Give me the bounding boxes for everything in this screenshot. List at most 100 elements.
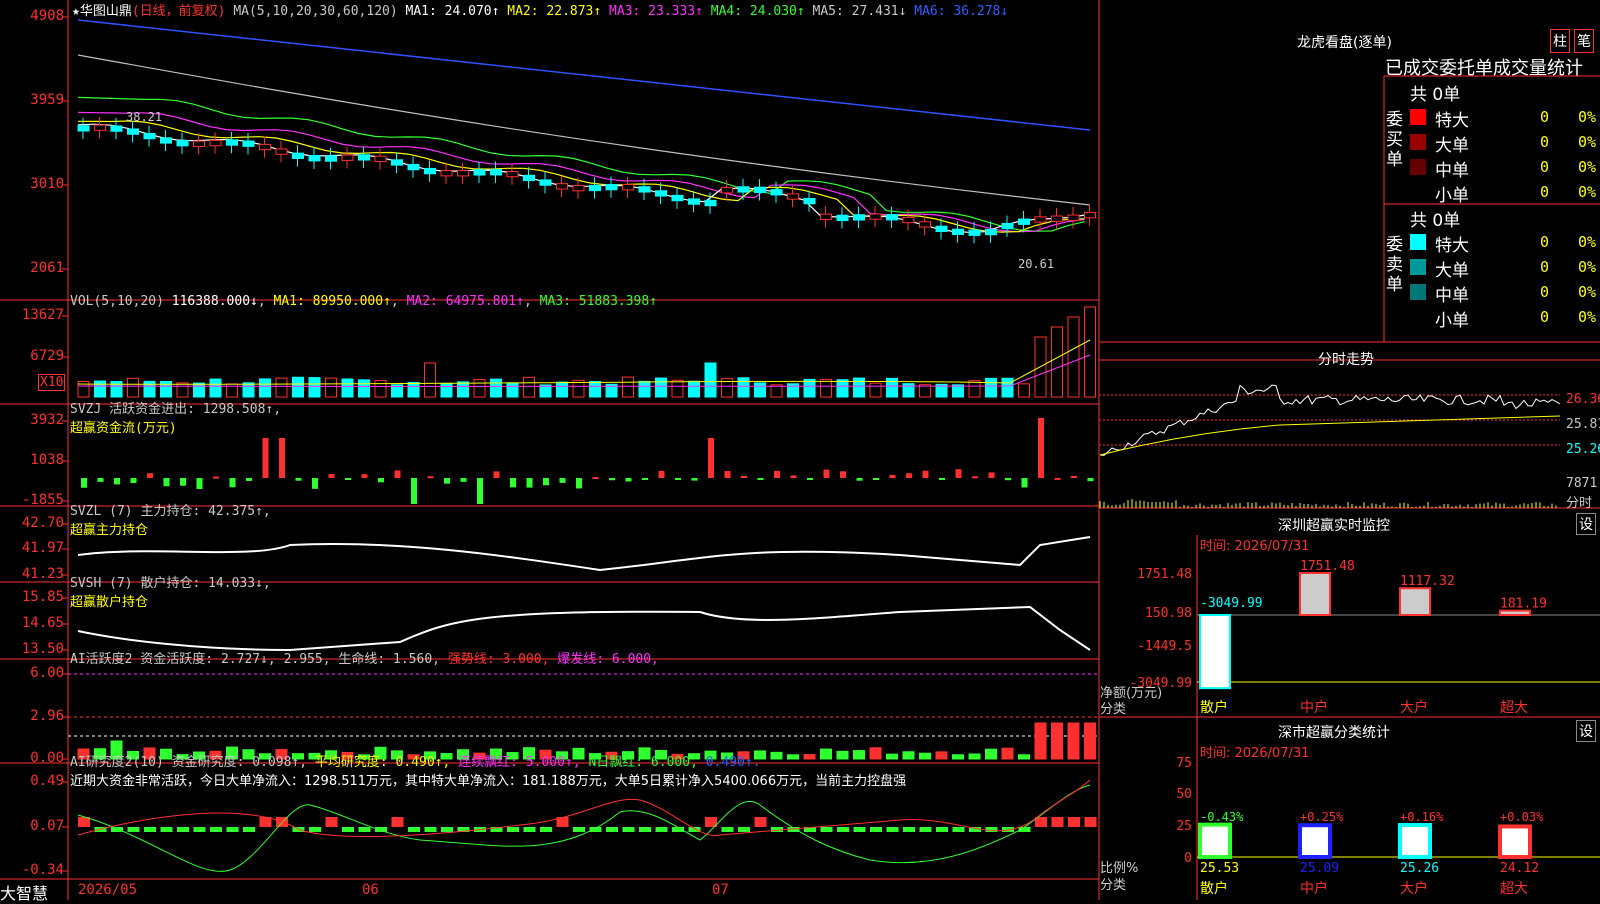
research-bar: [441, 827, 453, 832]
vol-unit-button[interactable]: X10: [38, 374, 66, 391]
flow-bar: [1021, 478, 1028, 488]
flow-bar: [328, 473, 335, 478]
candle-body: [935, 225, 948, 233]
flow-bar: [477, 478, 483, 504]
monitor-time: 时间: 2026/07/31: [1200, 539, 1310, 554]
high-marker: 38.21: [126, 110, 163, 124]
candle-body: [655, 190, 667, 197]
volume-bar: [94, 380, 106, 398]
flow-bar: [922, 470, 929, 478]
flow-bar: [856, 478, 863, 481]
class-value-label: 25.09: [1300, 861, 1339, 876]
class-settings-button[interactable]: 设: [1576, 720, 1596, 742]
volume-bar: [1001, 377, 1014, 398]
flow-bar: [510, 478, 516, 488]
buy-color-swatch: [1410, 159, 1426, 175]
flow-bar: [378, 478, 384, 483]
candle-body: [440, 170, 453, 177]
volume-bar: [424, 362, 436, 398]
sell-color-swatch: [1410, 309, 1426, 325]
research-bar: [391, 817, 404, 827]
candle-body: [259, 143, 271, 151]
monitor-category: 散户: [1200, 699, 1228, 716]
tick-mode-button[interactable]: 笔: [1574, 29, 1594, 53]
research-bar: [325, 817, 338, 827]
volume-bar: [589, 380, 601, 398]
research-bar: [160, 827, 173, 832]
candle-body: [193, 140, 205, 147]
candle-body: [275, 148, 288, 155]
flow-bar: [609, 478, 615, 481]
class-category: 中户: [1300, 880, 1328, 897]
candle-body: [358, 154, 370, 161]
candle-body: [968, 229, 981, 236]
sell-row-label: 小单: [1435, 311, 1469, 331]
flow-bar: [444, 478, 450, 484]
monitor-settings-button[interactable]: 设: [1576, 513, 1596, 535]
svsh-tick: 15.85: [21, 589, 64, 605]
volume-bar: [407, 381, 420, 398]
research-bar: [358, 827, 371, 832]
flow-bar: [592, 476, 599, 479]
class-title: 深市超赢分类统计: [1278, 725, 1390, 741]
svsh-header: SVSH (7) 散户持仓: 14.033↓, 超赢散户持仓: [70, 576, 271, 610]
bar-mode-button[interactable]: 柱: [1550, 29, 1570, 53]
flow-bar: [81, 478, 87, 488]
ma6-line: [77, 19, 1091, 131]
flow-bar: [97, 478, 104, 482]
svzj-tick: 3932: [30, 412, 64, 428]
candle-body: [1067, 214, 1080, 221]
flow-bar: [1038, 418, 1044, 478]
flow-bar: [741, 475, 747, 478]
candle-body: [77, 125, 90, 132]
candle-body: [325, 155, 337, 162]
flow-bar: [873, 478, 879, 480]
vol-tick: 6729: [30, 348, 64, 364]
intraday-avg-line: [1099, 415, 1561, 456]
research-bar: [424, 827, 437, 832]
candle-body: [952, 228, 964, 236]
activity-bar: [1051, 722, 1063, 760]
volume-bar: [1084, 306, 1096, 398]
buy-color-swatch: [1410, 184, 1426, 200]
volume-bar: [688, 380, 700, 398]
intraday-tick: 25.26: [1566, 442, 1600, 457]
candle-body: [622, 184, 634, 191]
research-bar: [870, 827, 882, 832]
class-change-label: +0.16%: [1400, 810, 1444, 824]
candle-body: [308, 155, 321, 162]
low-marker: 20.61: [1018, 257, 1055, 271]
volume-bar: [754, 382, 766, 398]
research-bar: [655, 827, 668, 832]
dragon-title: 龙虎看盘(逐单): [1297, 35, 1392, 51]
svzl-tick: 41.97: [21, 540, 64, 556]
research-bar: [243, 827, 255, 832]
flow-bar: [955, 469, 962, 478]
buy-row-label: 大单: [1435, 136, 1469, 156]
candle-body: [902, 216, 915, 224]
volume-bar: [143, 380, 156, 398]
class-bar: [1498, 824, 1532, 859]
class-change-label: +0.25%: [1300, 810, 1344, 824]
candle-body: [1084, 211, 1096, 219]
research-bar: [342, 827, 354, 832]
buy-row-count: 0: [1540, 108, 1550, 126]
buy-row-label: 特大: [1435, 111, 1469, 131]
activity-bar: [1018, 754, 1030, 760]
volume-bar: [704, 362, 717, 398]
monitor-category: 中户: [1300, 699, 1328, 716]
ai2-tick: 0.49: [30, 773, 64, 789]
intraday-tick: 26.36: [1566, 392, 1600, 407]
candle-body: [407, 163, 420, 171]
flow-bar: [345, 478, 351, 480]
candle-body: [671, 194, 684, 202]
activity-bar: [1084, 722, 1096, 760]
research-bar: [144, 827, 156, 832]
brand-logo: 大智慧: [0, 884, 49, 903]
activity-bar: [886, 753, 898, 760]
activity-bar: [853, 750, 865, 760]
candle-body: [589, 184, 601, 192]
monitor-category: 超大: [1500, 700, 1528, 716]
ai2-tick: 0.07: [30, 818, 64, 834]
flow-bar: [180, 478, 186, 486]
